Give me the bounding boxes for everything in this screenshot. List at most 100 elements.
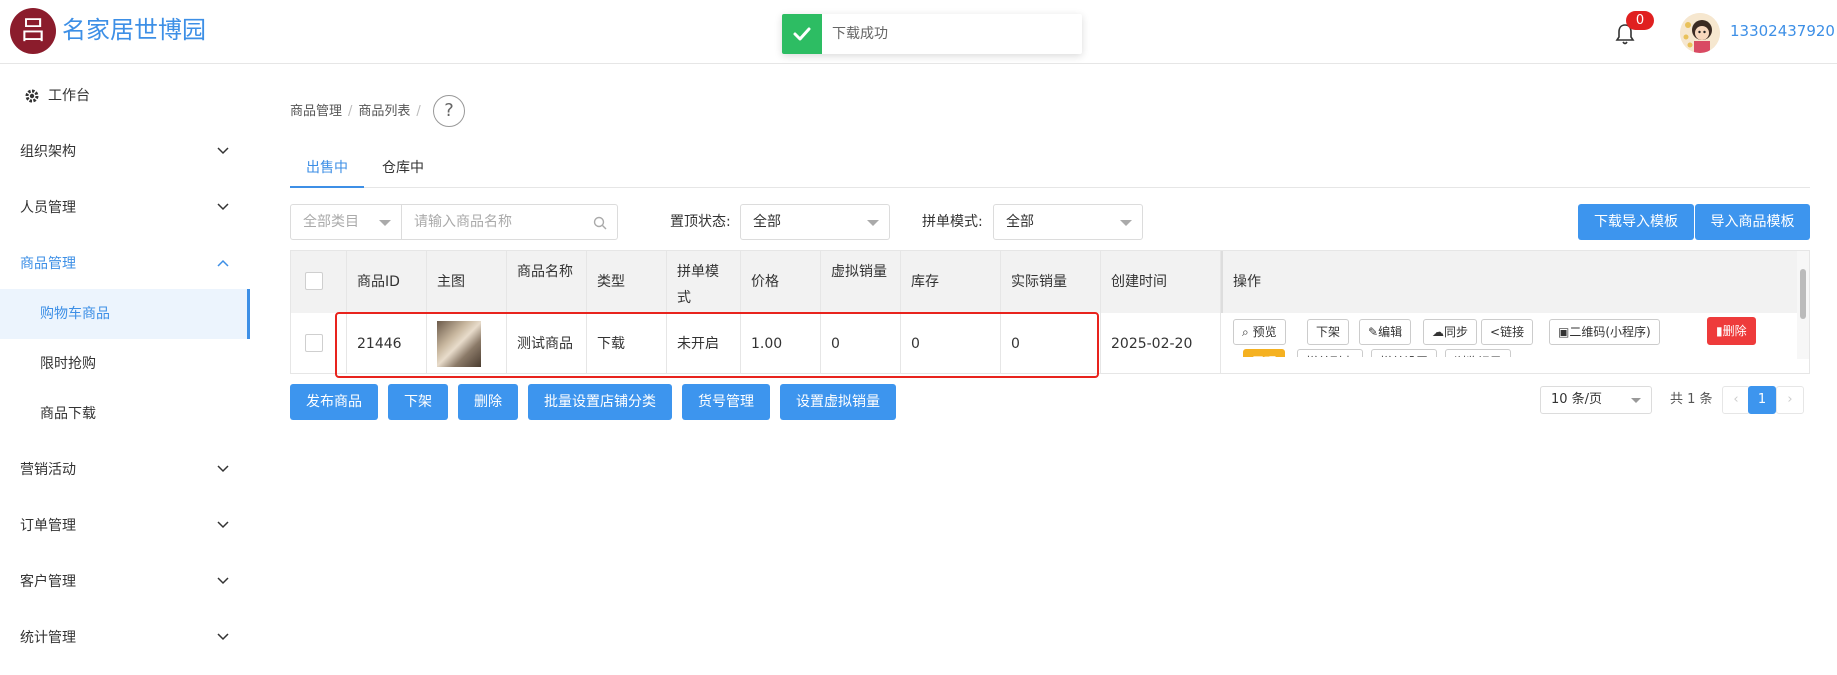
link-button[interactable]: <链接 — [1481, 319, 1534, 345]
category-select[interactable]: 全部类目 — [290, 204, 402, 240]
download-template-button[interactable]: 下载导入模板 — [1578, 204, 1694, 240]
check-icon — [782, 14, 822, 54]
next-page-button[interactable]: › — [1776, 386, 1804, 414]
username[interactable]: 13302437920 — [1730, 21, 1835, 41]
sidebar: 工作台 组织架构 人员管理 商品管理 购物车商品 限时抢购 商品下载 营销活动 … — [0, 64, 250, 675]
header-id: 商品ID — [347, 251, 427, 313]
group-mode-select[interactable]: 全部 — [993, 204, 1143, 240]
header-stock: 库存 — [901, 251, 1001, 313]
batch-delete-button[interactable]: 删除 — [458, 384, 518, 420]
sidebar-item-marketing[interactable]: 营销活动 — [0, 442, 250, 498]
total-count: 共 1 条 — [1670, 392, 1713, 407]
preview-label: 预览 — [1252, 325, 1277, 339]
sidebar-item-customers[interactable]: 客户管理 — [0, 554, 250, 610]
header-name: 商品名称 — [507, 251, 587, 313]
chevron-down-icon — [217, 203, 229, 211]
sidebar-item-label: 商品管理 — [20, 256, 76, 272]
ops-scrollbar[interactable] — [1797, 251, 1809, 359]
sync-button[interactable]: ☁同步 — [1423, 319, 1478, 345]
brand-logo[interactable]: 吕 — [10, 8, 56, 54]
sidebar-subitem-label: 商品下载 — [40, 406, 96, 422]
header-image: 主图 — [427, 251, 507, 313]
goods-name-input[interactable]: 请输入商品名称 — [401, 204, 618, 240]
group-mode-label: 拼单模式: — [922, 214, 983, 230]
prev-page-button[interactable]: ‹ — [1722, 386, 1750, 414]
qrcode-button[interactable]: ▣二维码(小程序) — [1549, 319, 1660, 345]
caret-down-icon — [379, 220, 391, 226]
qrcode-label: 二维码(小程序) — [1569, 325, 1651, 339]
sidebar-subitem-goods-download[interactable]: 商品下载 — [0, 389, 250, 439]
chevron-down-icon — [217, 465, 229, 473]
tab-in-warehouse[interactable]: 仓库中 — [366, 154, 440, 188]
sidebar-subitem-cart-goods[interactable]: 购物车商品 — [0, 289, 250, 339]
breadcrumb-goods-list[interactable]: 商品列表 — [358, 104, 410, 119]
sidebar-item-label: 工作台 — [48, 88, 90, 104]
brand-logo-glyph: 吕 — [19, 16, 46, 46]
top-status-label: 置顶状态: — [670, 214, 731, 230]
row-actions: ⌕ 预览 下架 ✎编辑 ☁同步 <链接 ▣二维码(小程序) ▮删除 置顶 拼单列… — [1229, 313, 1797, 357]
delete-label: 删除 — [1722, 324, 1747, 338]
gear-icon — [25, 89, 39, 103]
sidebar-item-goods[interactable]: 商品管理 — [0, 236, 250, 292]
caret-down-icon — [1631, 398, 1641, 403]
pin-button[interactable]: 置顶 — [1243, 349, 1286, 357]
cloud-upload-icon: ☁ — [1432, 325, 1444, 339]
preview-button[interactable]: ⌕ 预览 — [1233, 319, 1286, 345]
scrollbar-thumb[interactable] — [1800, 269, 1806, 319]
pencil-icon: ✎ — [1368, 325, 1379, 339]
select-all-checkbox[interactable] — [305, 272, 323, 290]
page-size-value: 10 条/页 — [1551, 392, 1603, 407]
sidebar-item-label: 客户管理 — [20, 574, 76, 590]
top-status-select[interactable]: 全部 — [740, 204, 890, 240]
avatar[interactable] — [1680, 13, 1720, 53]
breadcrumb-goods[interactable]: 商品管理 — [290, 104, 342, 119]
publish-goods-button[interactable]: 发布商品 — [290, 384, 378, 420]
header-group-mode: 拼单模式 — [667, 251, 741, 313]
sidebar-item-stats[interactable]: 统计管理 — [0, 610, 250, 666]
breadcrumb-separator: / — [348, 104, 353, 119]
search-icon[interactable] — [593, 216, 607, 230]
header-virtual-sales: 虚拟销量 — [821, 251, 901, 313]
status-tabs: 出售中 仓库中 — [290, 154, 1810, 188]
virtual-sales-button[interactable]: 设置虚拟销量 — [780, 384, 896, 420]
tab-on-sale[interactable]: 出售中 — [290, 154, 364, 188]
page-size-select[interactable]: 10 条/页 — [1540, 386, 1652, 414]
chevron-up-icon — [217, 259, 229, 267]
batch-offline-button[interactable]: 下架 — [388, 384, 448, 420]
sku-manage-button[interactable]: 货号管理 — [682, 384, 770, 420]
chevron-down-icon — [217, 521, 229, 529]
sidebar-item-orders[interactable]: 订单管理 — [0, 498, 250, 554]
header-actual-sales: 实际销量 — [1001, 251, 1101, 313]
help-icon[interactable]: ? — [433, 95, 465, 127]
category-select-value: 全部类目 — [303, 214, 359, 230]
cell-created: 2025-02-20 — [1101, 313, 1221, 374]
sidebar-subitem-label: 限时抢购 — [40, 356, 96, 372]
group-list-button[interactable]: 拼单列表 — [1297, 349, 1364, 357]
success-toast: 下载成功 — [782, 14, 1082, 54]
group-settings-button[interactable]: 拼单设置 — [1371, 349, 1438, 357]
sidebar-item-staff[interactable]: 人员管理 — [0, 180, 250, 236]
image-icon: ▣ — [1558, 325, 1570, 339]
sidebar-item-workbench[interactable]: 工作台 — [0, 68, 250, 124]
share-icon: < — [1490, 325, 1501, 339]
chevron-down-icon — [217, 147, 229, 155]
batch-category-button[interactable]: 批量设置店铺分类 — [528, 384, 672, 420]
offline-button[interactable]: 下架 — [1307, 319, 1350, 345]
search-icon: ⌕ — [1242, 325, 1249, 339]
delete-button[interactable]: ▮删除 — [1707, 317, 1756, 345]
sidebar-subitem-flash-sale[interactable]: 限时抢购 — [0, 339, 250, 389]
browse-log-button[interactable]: 浏览记录 — [1445, 349, 1512, 357]
sidebar-item-org[interactable]: 组织架构 — [0, 124, 250, 180]
edit-button[interactable]: ✎编辑 — [1359, 319, 1412, 345]
goods-name-placeholder: 请输入商品名称 — [414, 214, 512, 230]
brand-name[interactable]: 名家居世博园 — [62, 14, 206, 46]
sidebar-item-label: 统计管理 — [20, 630, 76, 646]
page-1-button[interactable]: 1 — [1748, 386, 1776, 414]
header-ops: 操作 — [1221, 251, 1797, 313]
breadcrumb-separator: / — [416, 104, 421, 119]
edit-label: 编辑 — [1378, 325, 1403, 339]
sidebar-item-label: 营销活动 — [20, 462, 76, 478]
import-template-button[interactable]: 导入商品模板 — [1695, 204, 1810, 240]
row-checkbox[interactable] — [305, 334, 323, 352]
sync-label: 同步 — [1444, 325, 1469, 339]
